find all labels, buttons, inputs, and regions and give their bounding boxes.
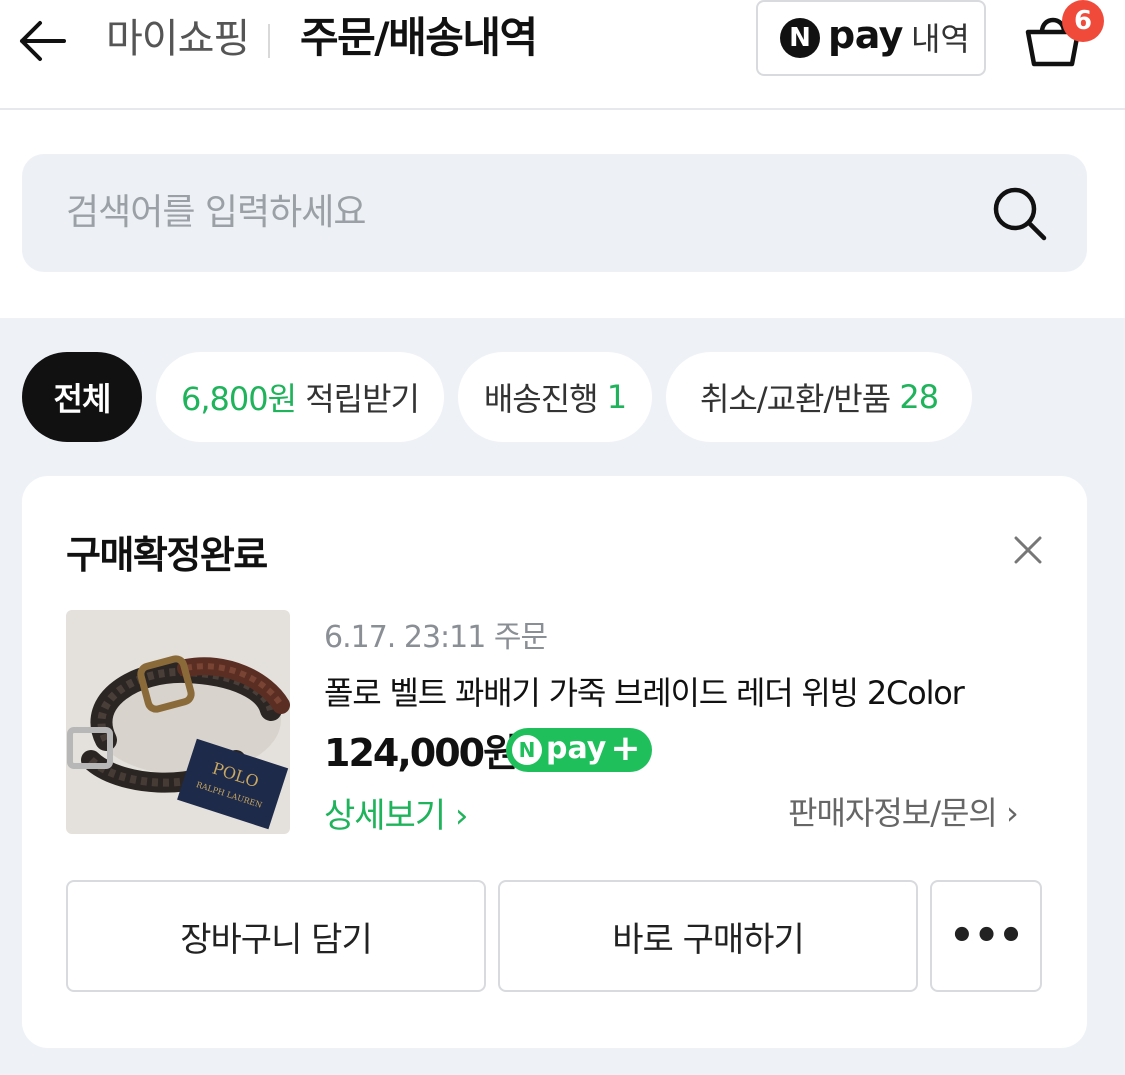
product-image: POLO RALPH LAUREN [66,610,290,834]
chip-all-label: 전체 [53,380,112,418]
product-name[interactable]: 폴로 벨트 꽈배기 가죽 브레이드 레더 위빙 2Color [324,668,965,714]
chip-cancel-count: 28 [899,378,939,416]
search-input[interactable] [66,182,946,242]
chip-cancel-label: 취소/교환/반품 [699,380,900,418]
breadcrumb-my-shopping[interactable]: 마이쇼핑 [106,14,250,64]
filter-chip-delivery[interactable]: 배송진행 1 [458,352,652,442]
order-status: 구매확정완료 [66,533,268,577]
order-card: 구매확정완료 POLO RALPH LAUREN 6.17. 23:11 주문 … [22,476,1087,1048]
add-to-cart-button[interactable]: 장바구니 담기 [66,880,486,992]
product-thumbnail[interactable]: POLO RALPH LAUREN [66,610,290,834]
chip-points-amount: 6,800원 [181,380,297,418]
product-price: 124,000원 [324,731,518,775]
npay-plus-word: pay [546,730,607,766]
breadcrumb-divider [268,24,270,58]
npay-plus-badge: N pay + [506,728,652,772]
filter-chip-all[interactable]: 전체 [22,352,142,442]
npay-wordmark: pay [828,13,903,57]
page-title: 주문/배송내역 [300,13,538,62]
seller-info-link[interactable]: 판매자정보/문의 › [788,788,1019,834]
buy-now-button[interactable]: 바로 구매하기 [498,880,918,992]
filter-chip-points[interactable]: 6,800원 적립받기 [156,352,444,442]
back-button[interactable] [14,16,70,66]
arrow-left-icon [20,21,66,61]
search-icon[interactable] [990,184,1050,244]
npay-history-button[interactable]: N pay 내역 [756,0,986,76]
chip-points-label: 적립받기 [296,380,420,418]
plus-icon: + [610,727,641,769]
filter-chip-cancel-exchange-return[interactable]: 취소/교환/반품 28 [666,352,972,442]
search-section [0,112,1125,318]
search-bar [22,154,1087,272]
npay-history-label: 내역 [910,20,970,58]
header: 마이쇼핑 주문/배송내역 N pay 내역 6 [0,0,1125,110]
chip-delivery-count: 1 [606,378,627,416]
npay-logo-icon: N [780,18,820,58]
cart-count-badge: 6 [1062,0,1104,42]
order-date: 6.17. 23:11 주문 [324,620,548,655]
npay-plus-n-icon: N [512,735,542,765]
more-options-button[interactable]: ••• [930,880,1042,992]
close-icon[interactable] [1006,528,1050,572]
view-details-link[interactable]: 상세보기 › [324,788,469,837]
order-list-area: 전체 6,800원 적립받기 배송진행 1 취소/교환/반품 28 구매확정완료 [0,318,1125,1075]
chip-delivery-label: 배송진행 [483,380,607,418]
